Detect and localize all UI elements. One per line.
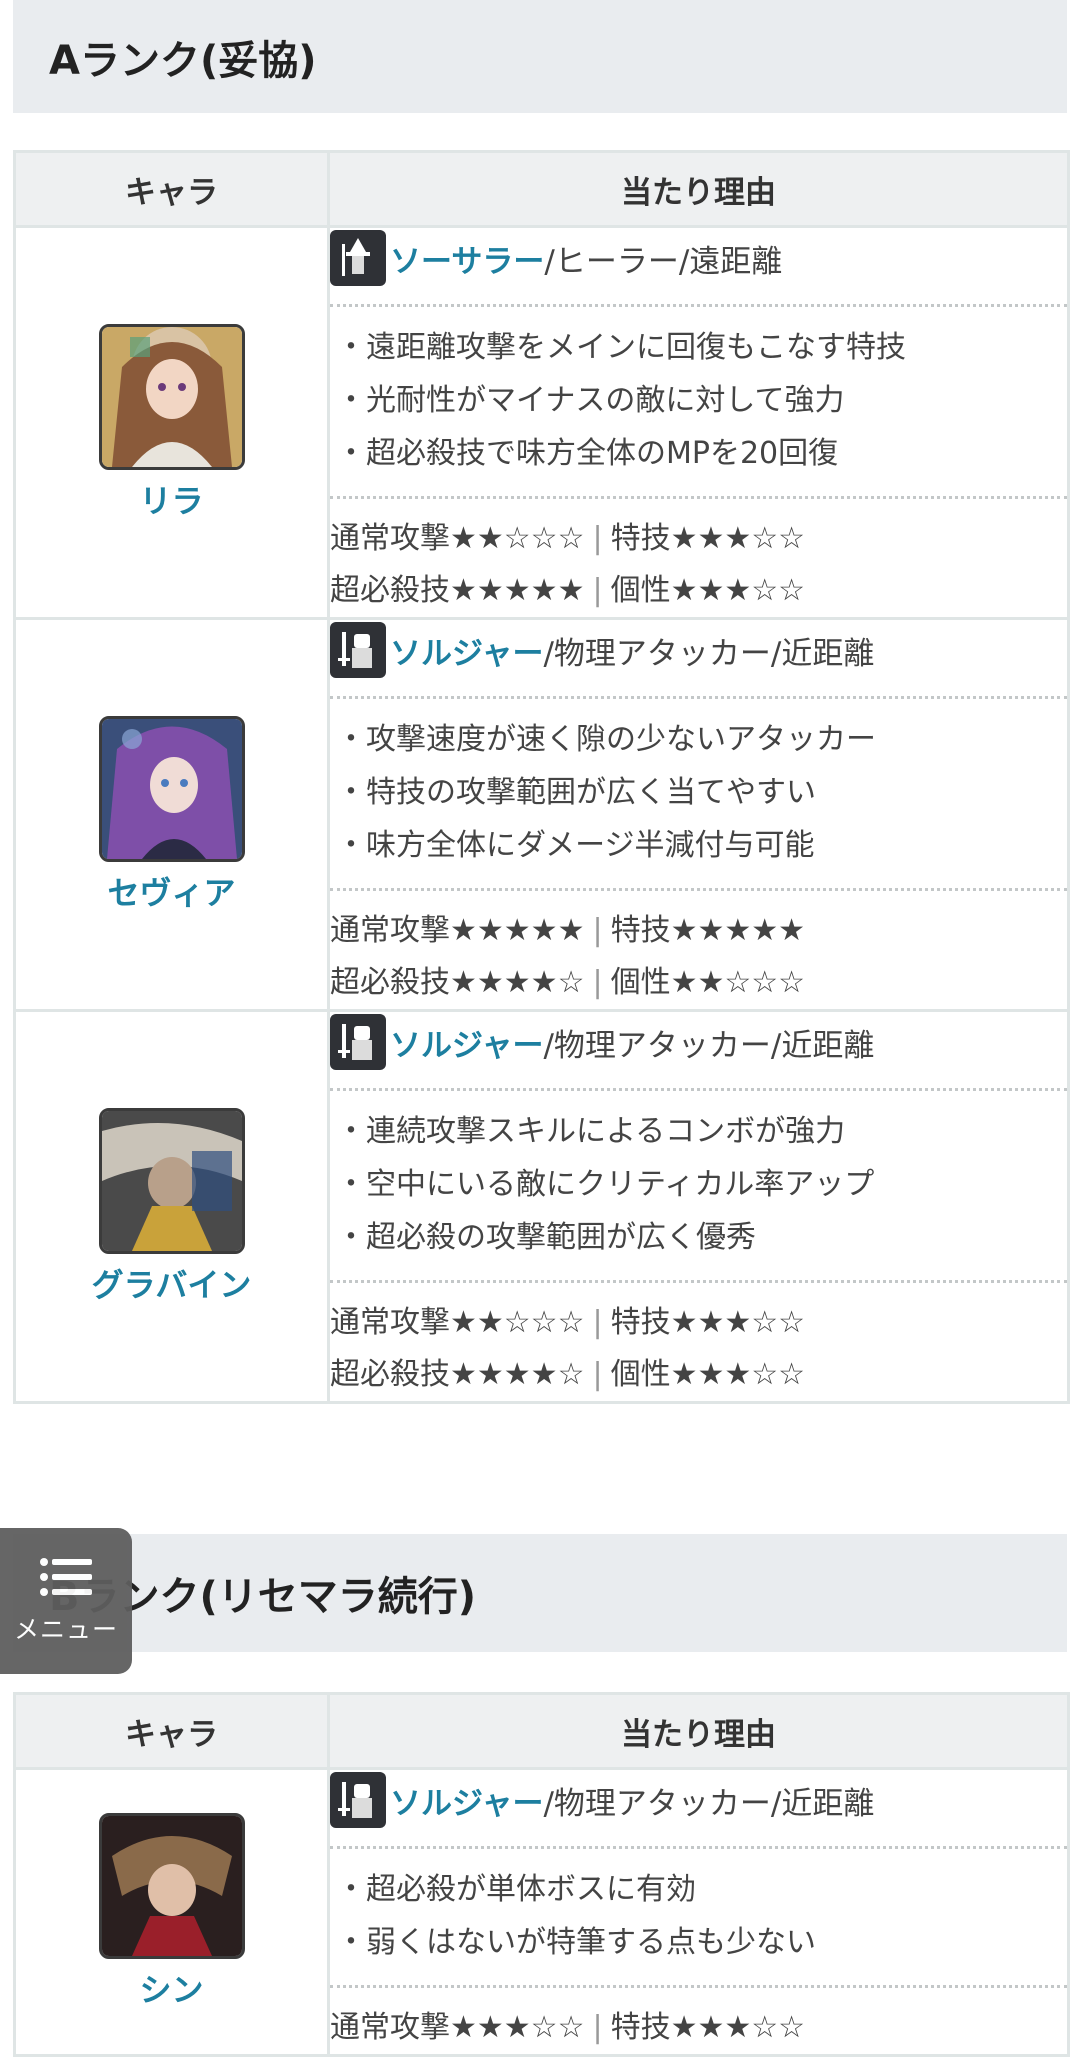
column-header-character: キャラ <box>13 1692 330 1770</box>
reason-point: ・光耐性がマイナスの敵に対して強力 <box>336 383 845 418</box>
character-name[interactable]: リラ <box>139 476 203 522</box>
reason-cell: ソルジャー /物理アタッカー/近距離 ・連続攻撃スキルによるコンボが強力 ・空中… <box>327 1009 1070 1404</box>
divider <box>330 1846 1067 1849</box>
ratings: 通常攻撃★★★☆☆ | 特技★★★☆☆ <box>330 2010 806 2045</box>
section-header-a-rank: Aランク(妥協) <box>13 0 1067 113</box>
ratings: 通常攻撃★★☆☆☆ | 特技★★★☆☆ 超必殺技★★★★★ | 個性★★★☆☆ <box>330 521 806 608</box>
soldier-icon <box>330 1772 386 1828</box>
column-header-reason: 当たり理由 <box>327 1692 1070 1770</box>
character-name[interactable]: セヴィア <box>107 868 235 914</box>
divider <box>330 888 1067 891</box>
soldier-icon <box>330 622 386 678</box>
table-header-row: キャラ 当たり理由 <box>13 150 1070 228</box>
reason-point: ・超必殺の攻撃範囲が広く優秀 <box>336 1220 756 1255</box>
rating-skill: 特技★★★☆☆ <box>610 521 806 556</box>
reason-point: ・空中にいる敵にクリティカル率アップ <box>336 1167 875 1202</box>
rating-personality: 個性★★★☆☆ <box>610 1357 806 1392</box>
class-detail: /ヒーラー/遠距離 <box>544 243 783 280</box>
reason-point: ・遠距離攻撃をメインに回復もこなす特技 <box>336 330 906 365</box>
character-cell: シン <box>13 1767 330 2057</box>
table-row: グラバイン ソルジャー /物理アタッカー/近距離 ・連続攻撃スキルによるコンボが… <box>13 1009 1070 1404</box>
divider <box>330 496 1067 499</box>
rank-a-table: キャラ 当たり理由 リラ ソーサラー /ヒーラー/遠距離 ・遠距離攻撃をメインに… <box>13 150 1070 1404</box>
reason-points: ・超必殺が単体ボスに有効 ・弱くはないが特筆する点も少ない <box>330 1863 1067 1969</box>
list-icon <box>38 1556 94 1602</box>
divider <box>330 304 1067 307</box>
rating-special: 超必殺技★★★★☆ <box>330 1357 585 1392</box>
rating-skill: 特技★★★☆☆ <box>610 1305 806 1340</box>
class-line: ソルジャー /物理アタッカー/近距離 <box>330 1770 1067 1830</box>
rating-normal-attack: 通常攻撃★★★★★ <box>330 913 585 948</box>
table-row: シン ソルジャー /物理アタッカー/近距離 ・超必殺が単体ボスに有効 ・弱くはな… <box>13 1767 1070 2057</box>
class-name-link[interactable]: ソルジャー <box>390 1020 543 1065</box>
rating-normal-attack: 通常攻撃★★★☆☆ <box>330 2010 585 2045</box>
rating-normal-attack: 通常攻撃★★☆☆☆ <box>330 521 585 556</box>
divider <box>330 696 1067 699</box>
reason-point: ・味方全体にダメージ半減付与可能 <box>336 828 815 863</box>
class-name-link[interactable]: ソルジャー <box>390 628 543 673</box>
rating-skill: 特技★★★☆☆ <box>610 2010 806 2045</box>
section-header-b-rank: Bランク(リセマラ続行) <box>13 1534 1067 1652</box>
column-header-character: キャラ <box>13 150 330 228</box>
class-detail: /物理アタッカー/近距離 <box>543 635 875 672</box>
rating-skill: 特技★★★★★ <box>610 913 806 948</box>
class-detail: /物理アタッカー/近距離 <box>543 1785 875 1822</box>
character-portrait-grabain[interactable] <box>98 1107 245 1254</box>
divider <box>330 1280 1067 1283</box>
divider <box>330 1088 1067 1091</box>
reason-point: ・攻撃速度が速く隙の少ないアタッカー <box>336 722 876 757</box>
table-row: リラ ソーサラー /ヒーラー/遠距離 ・遠距離攻撃をメインに回復もこなす特技 ・… <box>13 225 1070 620</box>
menu-button[interactable]: メニュー <box>0 1528 132 1674</box>
character-cell: セヴィア <box>13 617 330 1012</box>
reason-points: ・遠距離攻撃をメインに回復もこなす特技 ・光耐性がマイナスの敵に対して強力 ・超… <box>330 321 1067 480</box>
sorcerer-icon <box>330 230 386 286</box>
character-cell: グラバイン <box>13 1009 330 1404</box>
character-name[interactable]: シン <box>139 1965 203 2011</box>
rating-personality: 個性★★☆☆☆ <box>610 965 806 1000</box>
class-line: ソーサラー /ヒーラー/遠距離 <box>330 228 1067 288</box>
class-name-link[interactable]: ソーサラー <box>390 236 544 281</box>
reason-point: ・超必殺技で味方全体のMPを20回復 <box>336 436 839 471</box>
rating-special: 超必殺技★★★★☆ <box>330 965 585 1000</box>
character-portrait-shin[interactable] <box>98 1813 245 1959</box>
rating-normal-attack: 通常攻撃★★☆☆☆ <box>330 1305 585 1340</box>
reason-point: ・連続攻撃スキルによるコンボが強力 <box>336 1114 846 1149</box>
character-portrait-sevia[interactable] <box>98 715 245 862</box>
character-name[interactable]: グラバイン <box>92 1260 252 1306</box>
rating-special: 超必殺技★★★★★ <box>330 573 585 608</box>
ratings: 通常攻撃★★☆☆☆ | 特技★★★☆☆ 超必殺技★★★★☆ | 個性★★★☆☆ <box>330 1305 806 1392</box>
reason-point: ・弱くはないが特筆する点も少ない <box>336 1925 816 1960</box>
divider <box>330 1985 1067 1988</box>
reason-points: ・連続攻撃スキルによるコンボが強力 ・空中にいる敵にクリティカル率アップ ・超必… <box>330 1105 1067 1264</box>
reason-point: ・超必殺が単体ボスに有効 <box>336 1872 696 1907</box>
section-title: Aランク(妥協) <box>49 37 317 84</box>
class-detail: /物理アタッカー/近距離 <box>543 1027 875 1064</box>
reason-points: ・攻撃速度が速く隙の少ないアタッカー ・特技の攻撃範囲が広く当てやすい ・味方全… <box>330 713 1067 872</box>
ratings: 通常攻撃★★★★★ | 特技★★★★★ 超必殺技★★★★☆ | 個性★★☆☆☆ <box>330 913 806 1000</box>
reason-point: ・特技の攻撃範囲が広く当てやすい <box>336 775 816 810</box>
table-header-row: キャラ 当たり理由 <box>13 1692 1070 1770</box>
soldier-icon <box>330 1014 386 1070</box>
character-portrait-rira[interactable] <box>98 323 245 470</box>
reason-cell: ソーサラー /ヒーラー/遠距離 ・遠距離攻撃をメインに回復もこなす特技 ・光耐性… <box>327 225 1070 620</box>
rating-personality: 個性★★★☆☆ <box>610 573 806 608</box>
character-cell: リラ <box>13 225 330 620</box>
column-header-reason: 当たり理由 <box>327 150 1070 228</box>
class-line: ソルジャー /物理アタッカー/近距離 <box>330 1012 1067 1072</box>
class-name-link[interactable]: ソルジャー <box>390 1778 543 1823</box>
reason-cell: ソルジャー /物理アタッカー/近距離 ・超必殺が単体ボスに有効 ・弱くはないが特… <box>327 1767 1070 2057</box>
reason-cell: ソルジャー /物理アタッカー/近距離 ・攻撃速度が速く隙の少ないアタッカー ・特… <box>327 617 1070 1012</box>
rank-b-table: キャラ 当たり理由 シン ソルジャー /物理アタッカー/近距離 ・超必殺が単体ボ… <box>13 1692 1070 2057</box>
class-line: ソルジャー /物理アタッカー/近距離 <box>330 620 1067 680</box>
table-row: セヴィア ソルジャー /物理アタッカー/近距離 ・攻撃速度が速く隙の少ないアタッ… <box>13 617 1070 1012</box>
menu-label: メニュー <box>13 1615 118 1644</box>
